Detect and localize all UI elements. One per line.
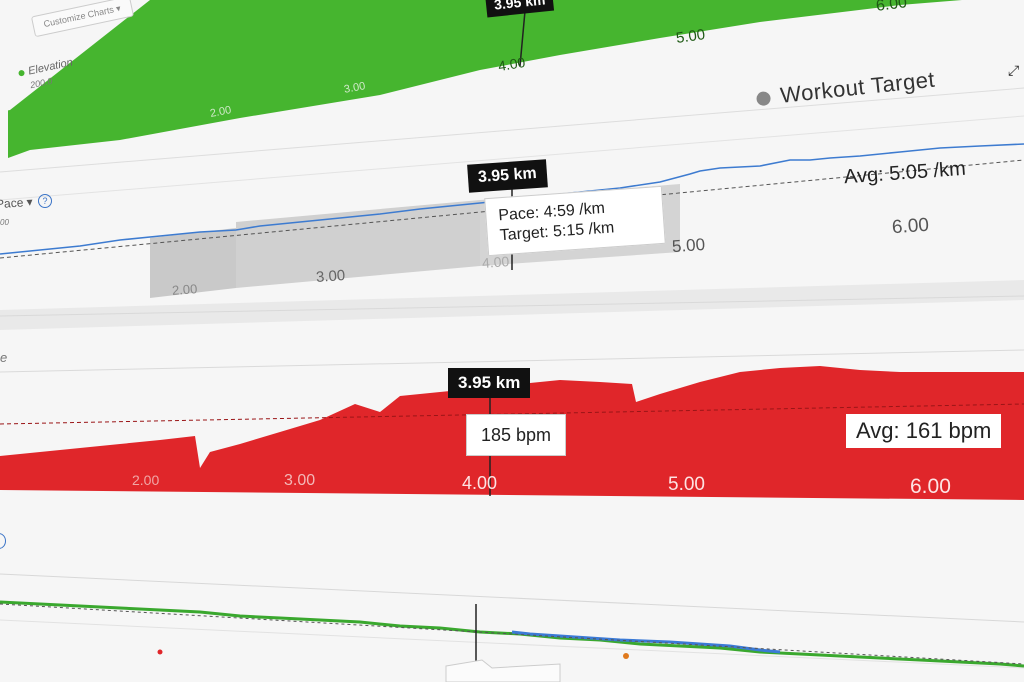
garmin-activity-charts: Customize Charts ▾ Elevation 200.0 2.00 … — [0, 0, 1024, 682]
grid-line — [0, 619, 1024, 669]
grid-line — [0, 573, 1024, 623]
cadence-avg-line — [0, 603, 1024, 665]
cadence-tooltip-stub — [445, 659, 561, 682]
cadence-outlier-point — [623, 653, 629, 659]
cadence-chart[interactable] — [0, 0, 1024, 682]
cadence-outlier-point — [157, 649, 163, 655]
